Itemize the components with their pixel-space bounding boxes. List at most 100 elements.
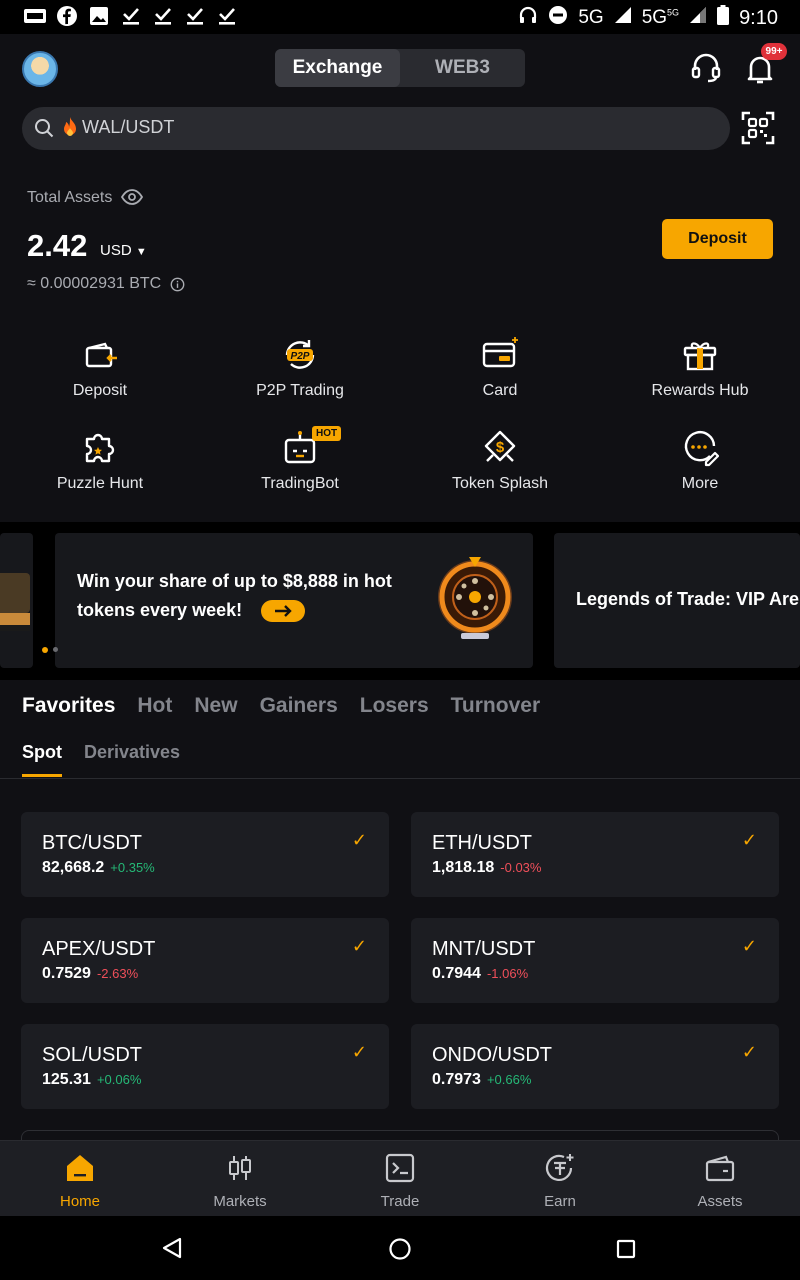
recents-icon[interactable] <box>615 1238 637 1260</box>
pair-price: 0.7944 -1.06% <box>432 965 529 982</box>
nav-assets[interactable]: Assets <box>640 1141 800 1217</box>
divider <box>0 778 800 779</box>
caret-down-icon: ▼ <box>135 246 147 258</box>
active-tab-indicator <box>22 774 62 777</box>
tab-derivatives[interactable]: Derivatives <box>84 742 180 763</box>
app-notification-icon <box>24 5 46 27</box>
pair-price: 1,818.18 -0.03% <box>432 859 542 876</box>
quick-action-label: More <box>681 475 719 492</box>
scan-qr-icon[interactable] <box>740 110 776 146</box>
pair-price: 0.7973 +0.66% <box>432 1071 532 1088</box>
avatar[interactable] <box>22 51 58 87</box>
check-download-icon <box>120 5 142 27</box>
back-icon[interactable] <box>160 1236 184 1260</box>
quick-action-puzzle-hunt[interactable]: Puzzle Hunt <box>0 429 200 493</box>
deposit-button[interactable]: Deposit <box>662 219 773 259</box>
more-icon <box>681 429 720 467</box>
quick-action-deposit[interactable]: Deposit <box>0 336 200 400</box>
check-download-icon <box>152 5 174 27</box>
quick-action-label: Rewards Hub <box>651 382 749 399</box>
quick-action-label: Puzzle Hunt <box>56 475 144 492</box>
favorite-card[interactable]: BTC/USDT 82,668.2 +0.35% ✓ <box>21 812 389 897</box>
btc-equivalent: ≈ 0.00002931 BTC <box>27 275 162 292</box>
nav-home[interactable]: Home <box>0 1141 160 1217</box>
quick-action-more[interactable]: More <box>600 429 800 493</box>
candlestick-icon <box>225 1153 255 1183</box>
deposit-icon <box>81 336 119 374</box>
pair-price: 0.7529 -2.63% <box>42 965 139 982</box>
search-input[interactable]: WAL/USDT <box>82 117 174 138</box>
banner-text: Win your share of up to $8,888 in hot to… <box>77 571 392 620</box>
currency-selector[interactable]: USD ▼ <box>100 242 147 259</box>
tab-new[interactable]: New <box>194 694 237 718</box>
tab-favorites[interactable]: Favorites <box>22 694 115 718</box>
tab-gainers[interactable]: Gainers <box>260 694 338 718</box>
selected-check-icon[interactable]: ✓ <box>352 830 367 851</box>
system-nav-bar <box>0 1216 800 1280</box>
support-headset-icon[interactable] <box>688 50 724 86</box>
svg-text:$: $ <box>496 439 505 456</box>
tab-turnover[interactable]: Turnover <box>451 694 540 718</box>
pair-price: 125.31 +0.06% <box>42 1071 142 1088</box>
home-circle-icon[interactable] <box>388 1237 412 1261</box>
quick-action-p2p[interactable]: P2P P2P Trading <box>200 336 400 400</box>
nav-markets[interactable]: Markets <box>160 1141 320 1217</box>
p2p-icon: P2P <box>281 336 319 374</box>
tab-spot[interactable]: Spot <box>22 742 62 763</box>
pair-name: ONDO/USDT <box>432 1044 552 1066</box>
card-icon <box>481 336 519 374</box>
nav-trade[interactable]: Trade <box>320 1141 480 1217</box>
trade-icon <box>385 1153 415 1183</box>
banner-previous[interactable] <box>0 533 33 668</box>
quick-action-token-splash[interactable]: $ Token Splash <box>400 429 600 493</box>
clock: 9:10 <box>739 6 778 29</box>
price-change: +0.66% <box>486 1072 532 1087</box>
banner-arrow-button[interactable] <box>261 600 305 622</box>
notification-badge: 99+ <box>761 43 787 60</box>
selected-check-icon[interactable]: ✓ <box>742 1042 757 1063</box>
tab-hot[interactable]: Hot <box>137 694 172 718</box>
info-icon[interactable] <box>170 277 185 292</box>
quick-action-label: Token Splash <box>451 475 549 492</box>
favorite-card[interactable]: ONDO/USDT 0.7973 +0.66% ✓ <box>411 1024 779 1109</box>
wallet-icon <box>705 1153 735 1183</box>
fire-icon <box>60 116 80 138</box>
nav-earn[interactable]: Earn <box>480 1141 640 1217</box>
price-change: +0.35% <box>110 860 155 875</box>
pair-name: APEX/USDT <box>42 938 156 960</box>
banner-weekly-tokens[interactable]: Win your share of up to $8,888 in hot to… <box>55 533 533 668</box>
favorite-card[interactable]: ETH/USDT 1,818.18 -0.03% ✓ <box>411 812 779 897</box>
search-icon <box>34 118 54 138</box>
eye-icon[interactable] <box>120 188 144 206</box>
sub-tabs: Spot Derivatives <box>22 742 180 763</box>
selected-check-icon[interactable]: ✓ <box>352 936 367 957</box>
favorite-card[interactable]: APEX/USDT 0.7529 -2.63% ✓ <box>21 918 389 1003</box>
price-change: +0.06% <box>96 1072 142 1087</box>
quick-action-rewards[interactable]: Rewards Hub <box>600 336 800 400</box>
tab-exchange[interactable]: Exchange <box>275 49 400 87</box>
pair-price: 82,668.2 +0.35% <box>42 859 155 876</box>
selected-check-icon[interactable]: ✓ <box>742 830 757 851</box>
quick-action-card[interactable]: Card <box>400 336 600 400</box>
headphones-icon <box>518 5 538 31</box>
quick-action-tradingbot[interactable]: TradingBot <box>200 429 400 493</box>
nav-label: Earn <box>544 1193 576 1210</box>
favorite-card[interactable]: MNT/USDT 0.7944 -1.06% ✓ <box>411 918 779 1003</box>
hot-tag: HOT <box>312 426 342 441</box>
status-bar: 5G 5G5G 9:10 <box>0 0 800 34</box>
total-assets-value: 2.42 <box>27 228 88 263</box>
price-change: -2.63% <box>96 966 139 981</box>
selected-check-icon[interactable]: ✓ <box>742 936 757 957</box>
home-icon <box>65 1153 95 1183</box>
pair-name: SOL/USDT <box>42 1044 143 1066</box>
nav-label: Trade <box>380 1193 420 1210</box>
check-download-icon <box>184 5 206 27</box>
prize-wheel-icon <box>435 551 515 643</box>
selected-check-icon[interactable]: ✓ <box>352 1042 367 1063</box>
tab-losers[interactable]: Losers <box>360 694 429 718</box>
favorite-card[interactable]: SOL/USDT 125.31 +0.06% ✓ <box>21 1024 389 1109</box>
banner-legends-of-trade[interactable]: Legends of Trade: VIP Are <box>554 533 800 668</box>
market-tabs: Favorites Hot New Gainers Losers Turnove… <box>22 694 540 718</box>
tab-web3[interactable]: WEB3 <box>400 49 525 87</box>
nav-label: Markets <box>213 1193 267 1210</box>
